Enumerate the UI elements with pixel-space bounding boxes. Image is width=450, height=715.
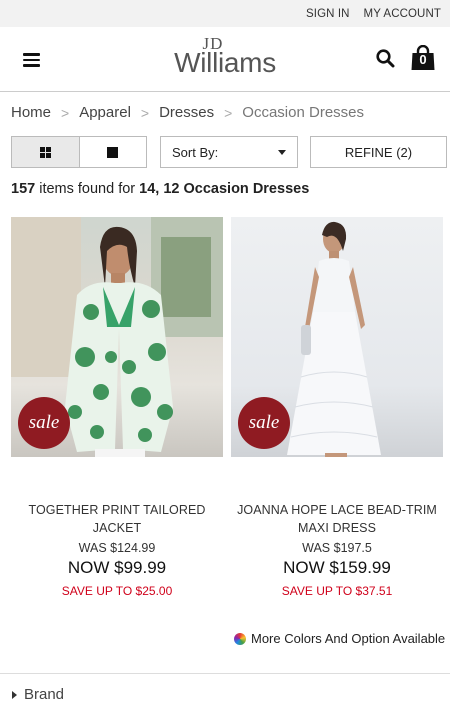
site-header: JD Williams 0 [0,27,450,92]
breadcrumb-current: Occasion Dresses [242,104,365,121]
breadcrumb-dresses[interactable]: Dresses [159,104,214,121]
brand-filter-label: Brand [24,686,65,703]
grid-view-button[interactable] [12,137,80,167]
sign-in-link[interactable]: SIGN IN [306,8,350,20]
search-icon[interactable] [376,49,395,68]
bag-count: 0 [419,52,427,67]
was-price: WAS $197.5 [302,541,372,555]
more-colors-text: More Colors And Option Available [251,631,446,646]
refine-button[interactable]: REFINE (2) [310,136,447,168]
sort-dropdown[interactable]: Sort By: [160,136,298,168]
results-count: 157 items found for 14, 12 Occasion Dres… [11,181,309,197]
utility-bar: SIGN IN MY ACCOUNT [0,0,450,27]
listing-controls: Sort By: REFINE (2) [11,136,447,168]
menu-icon[interactable] [23,53,40,67]
breadcrumb: Home > Apparel > Dresses > Occasion Dres… [11,104,364,121]
product-card: sale TOGETHER PRINT TAILORED JACKET WAS … [11,217,223,598]
my-account-link[interactable]: MY ACCOUNT [364,8,441,20]
savings-text: SAVE UP TO $25.00 [61,584,173,598]
results-text: items found for [35,181,140,197]
product-card: sale JOANNA HOPE LACE BEAD-TRIM MAXI DRE… [231,217,443,598]
savings-text: SAVE UP TO $37.51 [281,584,393,598]
was-price: WAS $124.99 [78,541,156,555]
logo-williams: Williams [174,47,276,78]
color-wheel-icon [234,632,246,645]
expand-arrow-icon [12,690,17,699]
product-name[interactable]: TOGETHER PRINT TAILORED JACKET [11,501,223,537]
sale-badge: sale [238,397,290,449]
results-number: 157 [11,181,36,197]
single-view-button[interactable] [80,137,147,167]
breadcrumb-separator: > [224,104,233,121]
breadcrumb-separator: > [140,104,150,121]
product-image[interactable]: sale [11,217,223,457]
caret-down-icon [278,150,286,155]
shopping-bag-icon[interactable]: 0 [411,44,435,76]
product-name[interactable]: JOANNA HOPE LACE BEAD-TRIM MAXI DRESS [231,501,443,537]
view-toggle [11,136,147,168]
grid-view-icon [39,146,51,158]
breadcrumb-separator: > [61,104,70,121]
brand-filter[interactable]: Brand [0,673,450,715]
sort-label: Sort By: [172,144,219,160]
single-view-icon [107,146,119,158]
results-query: 14, 12 Occasion Dresses [139,181,310,197]
now-price: NOW $159.99 [283,558,391,577]
site-logo[interactable]: JD Williams [174,35,276,77]
breadcrumb-home[interactable]: Home [11,104,51,121]
product-image[interactable]: sale [231,217,443,457]
now-price: NOW $99.99 [67,558,167,577]
more-colors-note: More Colors And Option Available [234,631,445,646]
breadcrumb-apparel[interactable]: Apparel [79,104,131,121]
sale-badge: sale [18,397,70,449]
